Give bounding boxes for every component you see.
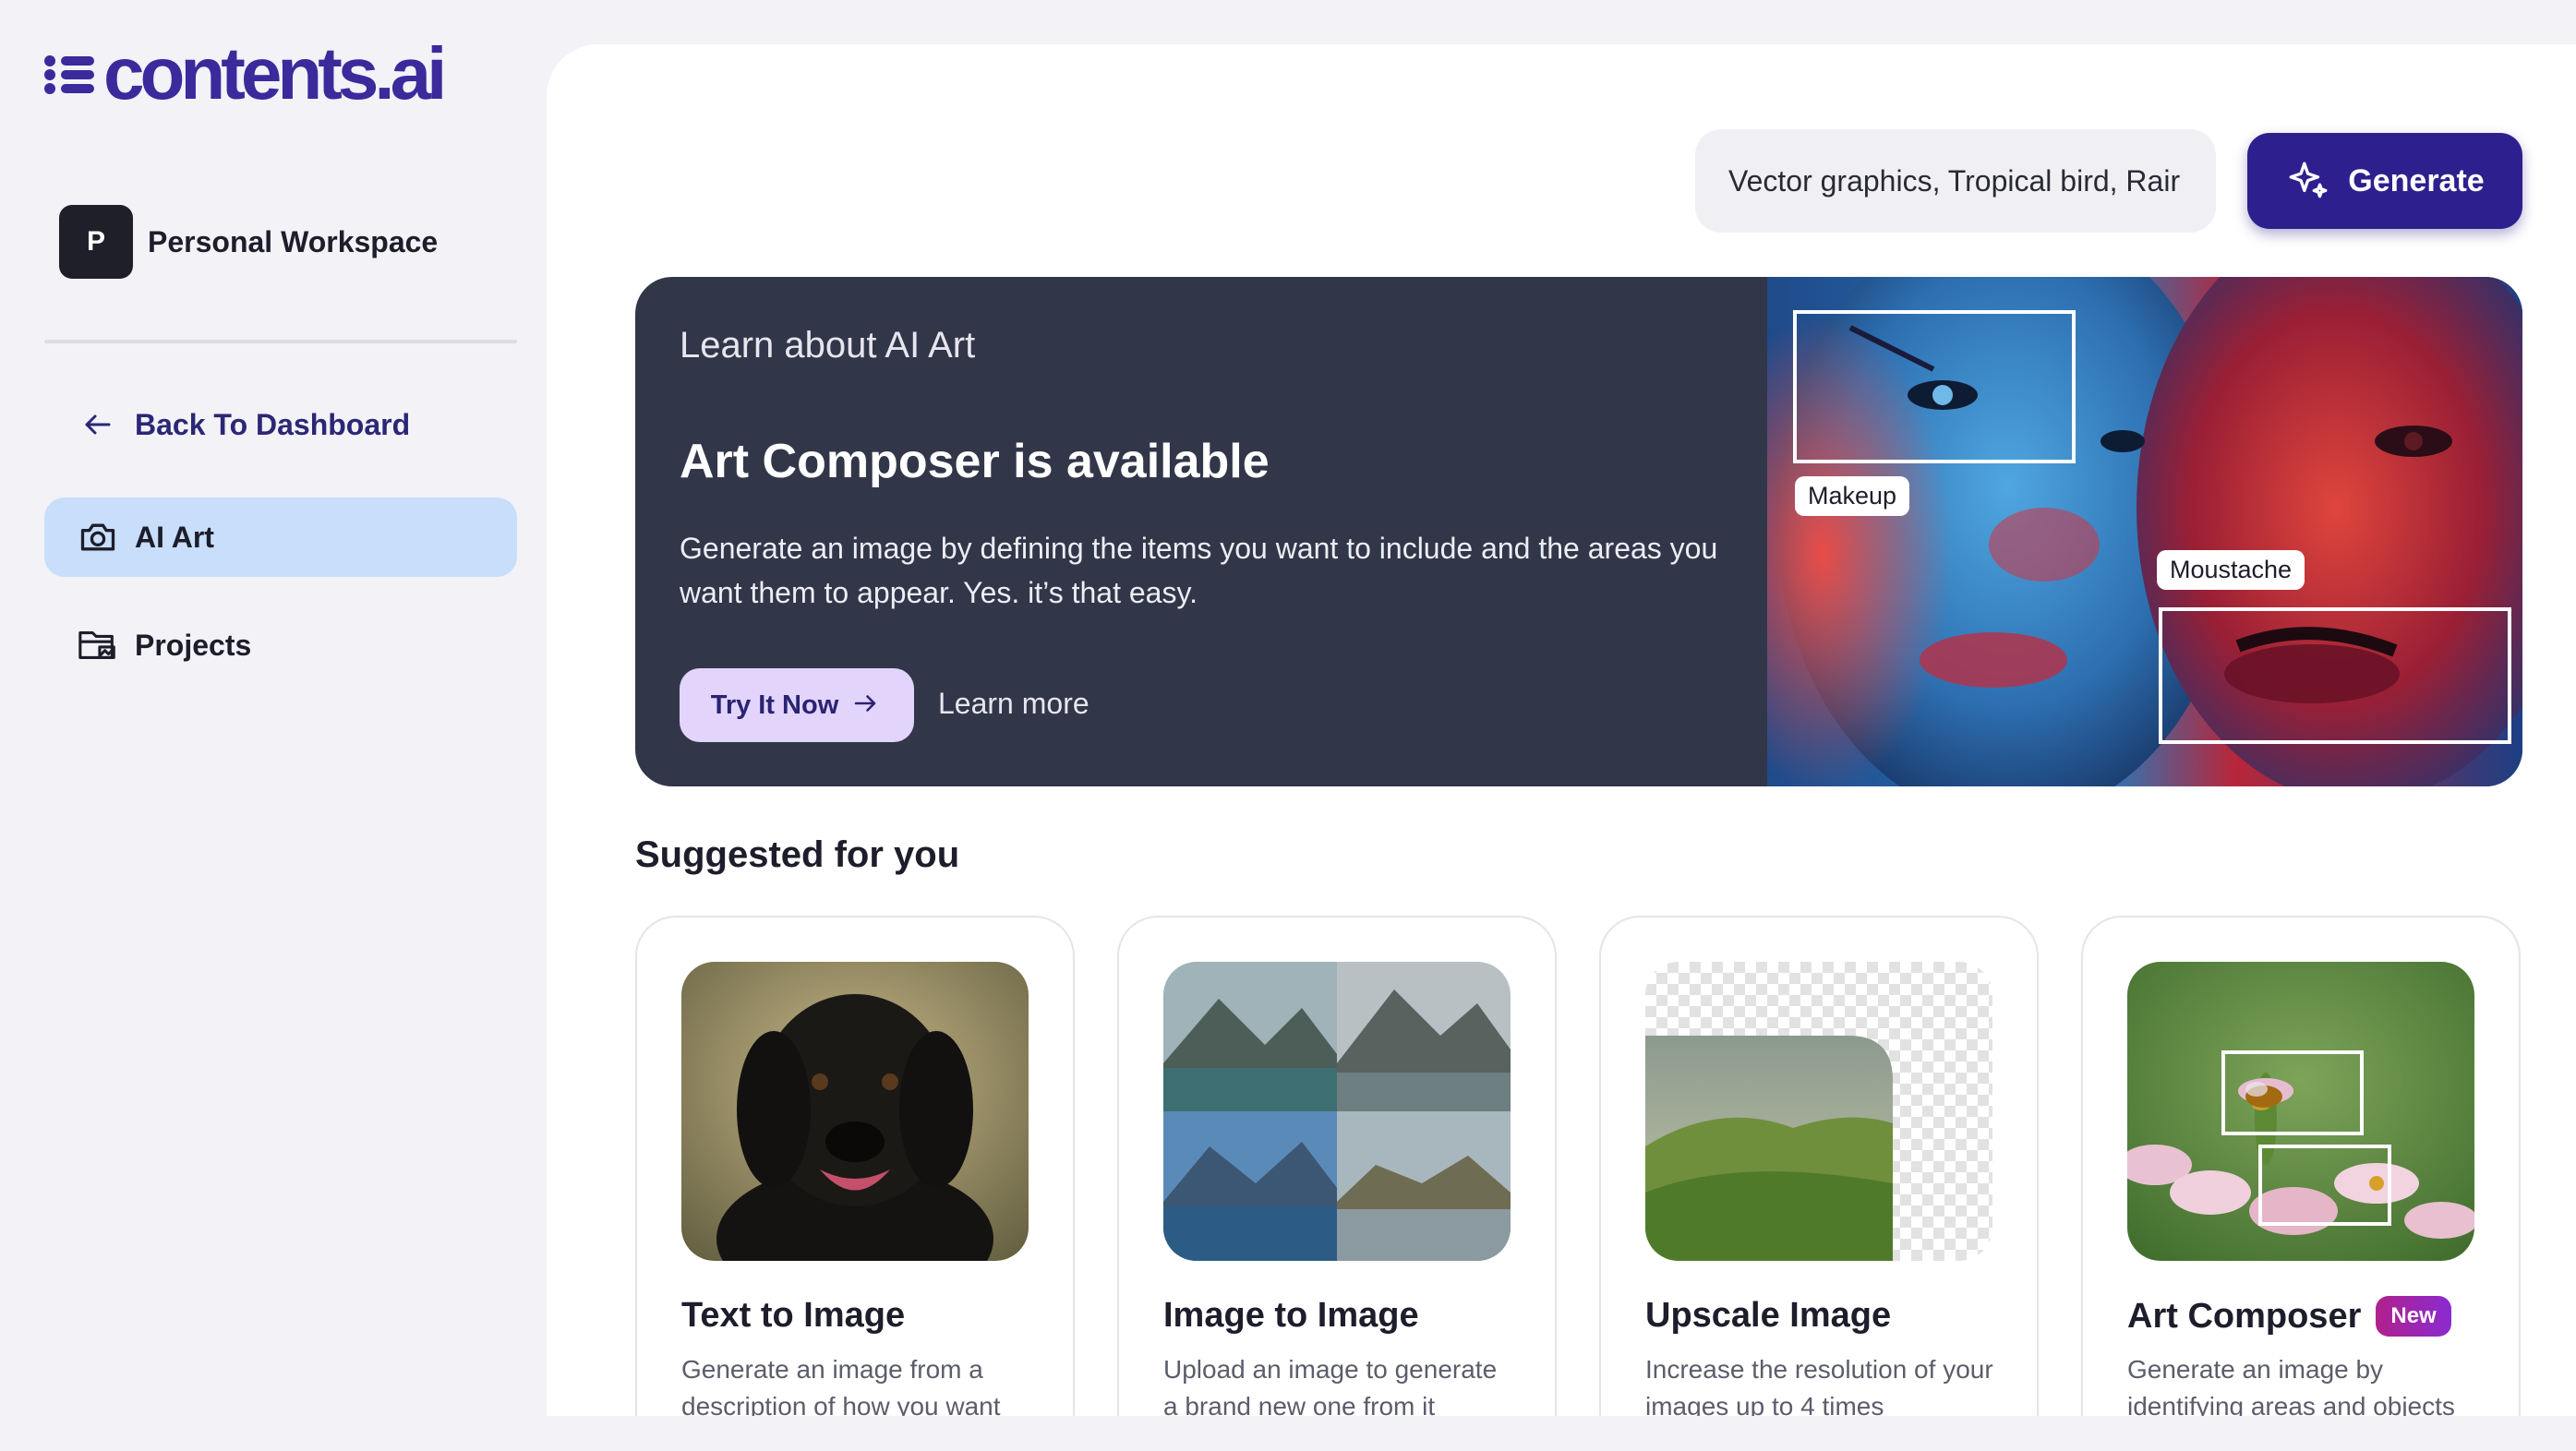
mountains-thumbnail [1163,962,1511,1261]
card-title: Text to Image [681,1296,906,1335]
card-art-composer[interactable]: Art Composer New Generate an image by id… [2081,916,2521,1451]
sidebar-item-label: Projects [135,628,252,662]
brand-logo[interactable]: contents.ai [44,32,447,114]
back-to-dashboard-link[interactable]: Back To Dashboard [44,385,517,464]
main-panel: Generate Learn about AI Art Art Composer… [547,44,2576,1451]
banner-faces-image: Makeup Moustache [1693,277,2522,786]
workspace-avatar: P [59,205,133,279]
new-badge: New [2376,1296,2451,1337]
list-logo-icon [44,52,96,96]
generate-button[interactable]: Generate [2247,133,2522,229]
sidebar-item-projects[interactable]: Projects [44,606,517,685]
makeup-label: Makeup [1795,476,1910,516]
card-description: Upload an image to generate a brand new … [1163,1355,1498,1421]
moustache-selection-box[interactable] [2159,607,2511,744]
banner-title: Art Composer is available [680,435,1270,488]
prompt-search-box[interactable] [1695,129,2216,233]
card-title-text: Art Composer [2127,1296,2362,1336]
sidebar-divider [44,340,517,343]
learn-more-link[interactable]: Learn more [938,687,1089,721]
card-upscale-image[interactable]: Upscale Image Increase the resolution of… [1599,916,2039,1451]
bee-flowers-thumbnail [2127,962,2474,1261]
dog-thumbnail [681,962,1029,1261]
banner-description: Generate an image by defining the items … [680,532,1718,609]
card-title: Upscale Image [1645,1296,1892,1335]
workspace-switcher[interactable]: P Personal Workspace [59,205,438,279]
camera-icon [76,515,120,559]
try-it-now-label: Try It Now [710,690,839,720]
generate-label: Generate [2348,162,2485,198]
art-composer-banner: Learn about AI Art Art Composer is avail… [635,277,2522,786]
card-image-to-image[interactable]: Image to Image Upload an image to genera… [1117,916,1557,1451]
sparkles-icon [2285,158,2331,204]
card-description: Increase the resolution of your images u… [1645,1355,1993,1421]
arrow-right-icon [851,690,883,721]
sidebar-item-ai-art[interactable]: AI Art [44,498,517,577]
card-text-to-image[interactable]: Text to Image Generate an image from a d… [635,916,1075,1451]
card-title: Art Composer New [2127,1296,2451,1337]
folder-image-icon [76,623,120,667]
back-to-dashboard-label: Back To Dashboard [135,407,411,441]
card-description: Generate an image by identifying areas a… [2127,1355,2455,1421]
arrow-left-icon [76,402,120,447]
makeup-selection-box[interactable] [1793,310,2076,463]
logo-text: contents.ai [103,32,447,114]
banner-kicker: Learn about AI Art [680,325,976,366]
landscape-thumbnail [1645,962,1992,1261]
bottom-edge [547,1416,2576,1451]
try-it-now-button[interactable]: Try It Now [680,668,914,742]
workspace-name: Personal Workspace [148,224,439,258]
card-title: Image to Image [1163,1296,1419,1335]
sidebar: contents.ai P Personal Workspace Back To… [0,0,547,1451]
prompt-input[interactable] [1728,163,2209,198]
sidebar-item-label: AI Art [135,520,214,554]
moustache-label: Moustache [2157,550,2305,590]
suggested-title: Suggested for you [635,834,960,875]
card-description: Generate an image from a description of … [681,1355,1001,1421]
